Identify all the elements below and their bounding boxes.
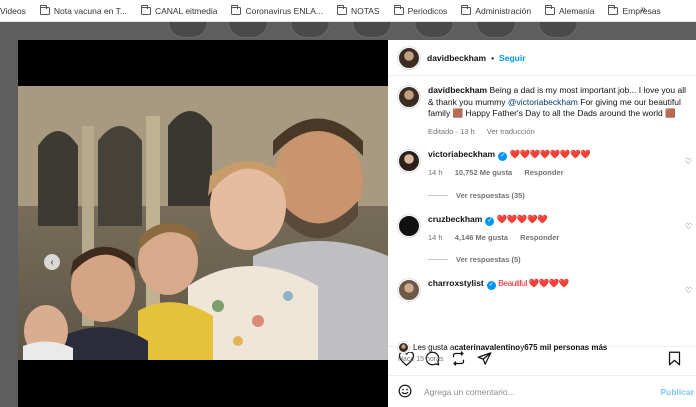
- verified-badge-icon: ✓: [485, 216, 495, 226]
- post-photo: [18, 86, 388, 360]
- edited-timestamp: Editado · 13 h: [428, 126, 475, 136]
- bookmark-label: Nota vacuna en T...: [53, 5, 127, 16]
- folder-icon: [231, 4, 242, 15]
- story-avatar: [290, 22, 330, 38]
- story-avatar: [228, 22, 268, 38]
- like-comment-heart-icon[interactable]: ♡: [685, 157, 692, 166]
- folder-icon: [608, 4, 619, 15]
- folder-icon: [461, 4, 472, 15]
- view-replies-button[interactable]: Ver respuestas (5): [428, 255, 686, 264]
- reply-button[interactable]: Responder: [524, 168, 563, 177]
- comment: victoriabeckham ✓ ❤️❤️❤️❤️❤️❤️❤️❤️ 14 h 1…: [398, 149, 692, 179]
- verified-badge-icon: ✓: [498, 152, 508, 161]
- see-translation-link[interactable]: Ver traducción: [487, 127, 535, 136]
- comments-list[interactable]: davidbeckham Being a dad is my most impo…: [388, 77, 696, 346]
- bookmark-label: Alemania: [559, 5, 595, 16]
- avatar[interactable]: [398, 150, 420, 172]
- bookmark-folder-administracion[interactable]: Administración: [461, 4, 532, 16]
- verified-badge-icon: ✓: [486, 281, 496, 290]
- comment: cruzbeckham ✓ ❤️❤️❤️❤️❤️ 14 h 4,146 Me gu…: [398, 213, 692, 244]
- folder-icon: [545, 4, 556, 15]
- story-avatar: [414, 22, 454, 38]
- bookmark-label: Coronavirus ENLA...: [245, 5, 323, 16]
- emoji-icon[interactable]: [398, 384, 412, 400]
- likes-count[interactable]: 675 mil personas más: [524, 343, 607, 352]
- follow-button[interactable]: Seguir: [499, 53, 525, 63]
- likes-user[interactable]: caterinavalentino: [454, 343, 520, 352]
- bookmark-label: Administración: [475, 5, 532, 16]
- reply-button[interactable]: Responder: [520, 233, 559, 242]
- post-username[interactable]: davidbeckham: [427, 53, 486, 63]
- story-avatar: [168, 22, 208, 38]
- comment-likes[interactable]: 10,752 Me gusta: [455, 168, 513, 177]
- more-bookmarks-button[interactable]: »: [640, 4, 646, 15]
- bookmark-folder-canal[interactable]: CANAL eitmedia: [140, 4, 218, 16]
- story-avatar: [476, 22, 516, 38]
- comment-text: ❤️❤️❤️❤️❤️❤️❤️❤️: [509, 149, 591, 159]
- publish-button[interactable]: Publicar: [660, 387, 694, 397]
- folder-icon: [140, 4, 151, 15]
- post-time-ago: Hace 15 horas: [398, 356, 444, 363]
- likes-prefix: Les gusta a: [413, 343, 455, 352]
- avatar[interactable]: [398, 342, 409, 353]
- caption-username[interactable]: davidbeckham: [428, 85, 487, 95]
- comment-time: 14 h: [428, 232, 443, 242]
- bookmark-label: Periodicos: [407, 5, 448, 16]
- comment-text: ❤️❤️❤️❤️❤️: [496, 213, 548, 224]
- comment-time: 14 h: [428, 168, 443, 177]
- comment-input[interactable]: Agrega un comentario...: [424, 387, 515, 397]
- bookmark-folder-nota-vacuna[interactable]: Nota vacuna en T...: [39, 4, 127, 16]
- comment: charroxstylist ✓ Beautiful ❤️❤️❤️❤️ ♡: [398, 278, 692, 301]
- comment-likes[interactable]: 4,146 Me gusta: [455, 233, 508, 242]
- comment-username[interactable]: victoriabeckham: [428, 149, 495, 159]
- bookmark-folder-periodicos[interactable]: Periodicos: [393, 4, 448, 16]
- view-replies-button[interactable]: Ver respuestas (35): [428, 191, 686, 200]
- bookmarks-bar: Videos Nota vacuna en T... CANAL eitmedi…: [0, 0, 696, 22]
- mention-link[interactable]: @victoriabeckham: [508, 97, 578, 107]
- avatar[interactable]: [398, 214, 420, 237]
- avatar[interactable]: [398, 86, 420, 108]
- avatar[interactable]: [398, 279, 420, 301]
- avatar[interactable]: [398, 46, 420, 69]
- comment-username[interactable]: charroxstylist: [428, 278, 484, 288]
- bookmark-videos[interactable]: Videos: [0, 6, 26, 16]
- like-comment-heart-icon[interactable]: ♡: [685, 286, 692, 295]
- bookmark-folder-notas[interactable]: NOTAS: [336, 4, 380, 16]
- bookmark-folder-coronavirus[interactable]: Coronavirus ENLA...: [231, 4, 323, 16]
- post-header: davidbeckham • Seguir: [388, 40, 696, 76]
- post-media: ‹: [18, 40, 388, 407]
- bookmark-folder-empresas[interactable]: Empresas: [608, 4, 661, 16]
- family-selfie-image: [18, 86, 388, 360]
- caption: davidbeckham Being a dad is my most impo…: [398, 85, 686, 137]
- like-comment-heart-icon[interactable]: ♡: [685, 222, 692, 231]
- story-avatar: [352, 22, 392, 38]
- add-comment-bar: Agrega un comentario... Publicar: [388, 375, 696, 407]
- folder-icon: [336, 4, 347, 15]
- previous-image-button[interactable]: ‹: [44, 254, 60, 270]
- bookmark-label: NOTAS: [350, 5, 380, 16]
- bookmark-folder-alemania[interactable]: Alemania: [545, 4, 595, 16]
- comment-text: Beautiful ❤️❤️❤️❤️: [498, 278, 569, 288]
- likes-summary: Les gusta a caterinavalentino y 675 mil …: [398, 342, 607, 353]
- save-bookmark-icon[interactable]: [666, 351, 682, 367]
- folder-icon: [39, 4, 50, 15]
- bookmark-label: Videos: [0, 5, 26, 16]
- comment-username[interactable]: cruzbeckham: [428, 214, 482, 224]
- story-avatar: [538, 22, 578, 38]
- separator-dot: •: [491, 52, 495, 63]
- bookmark-label: CANAL eitmedia: [154, 5, 218, 16]
- folder-icon: [393, 4, 404, 15]
